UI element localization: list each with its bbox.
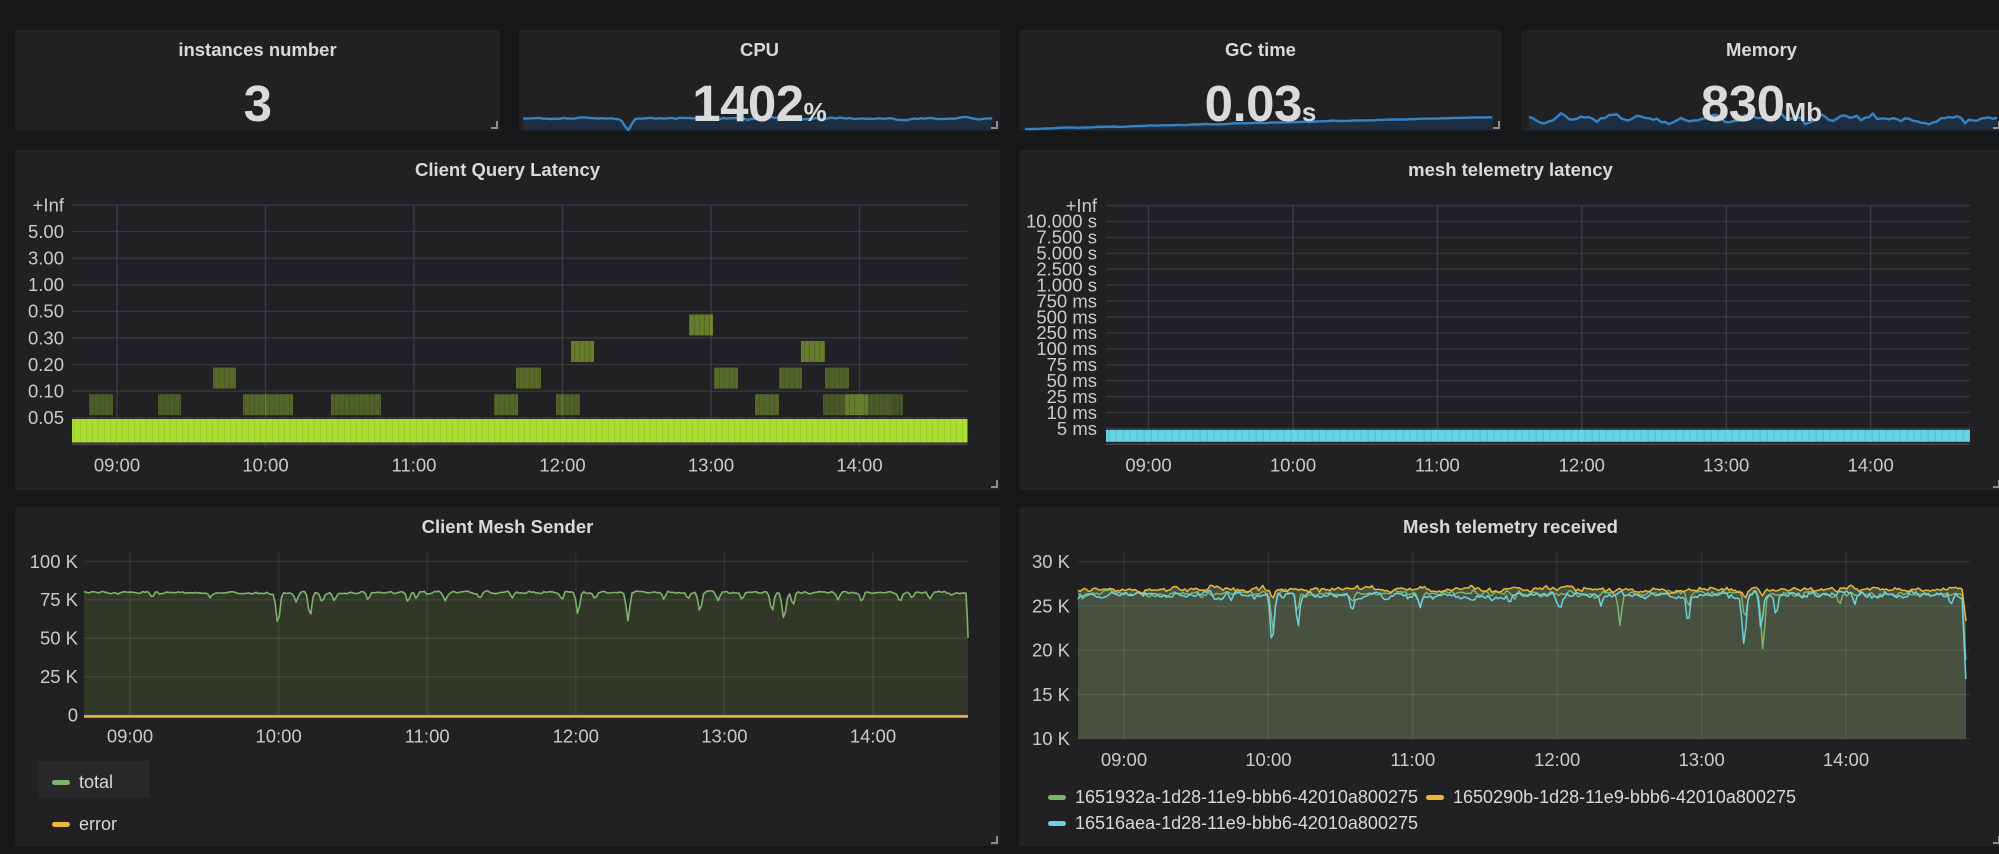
svg-text:14:00: 14:00 xyxy=(1847,454,1893,475)
svg-text:25 K: 25 K xyxy=(1032,595,1071,616)
svg-text:11:00: 11:00 xyxy=(405,725,450,746)
svg-text:13:00: 13:00 xyxy=(1678,749,1724,770)
svg-text:0.05: 0.05 xyxy=(28,407,64,428)
svg-text:11:00: 11:00 xyxy=(1415,454,1460,475)
svg-text:14:00: 14:00 xyxy=(850,725,896,746)
svg-text:5 ms: 5 ms xyxy=(1057,418,1097,439)
svg-text:12:00: 12:00 xyxy=(539,454,585,475)
svg-text:0: 0 xyxy=(68,704,78,725)
svg-text:13:00: 13:00 xyxy=(688,454,734,475)
svg-text:25 K: 25 K xyxy=(40,666,79,687)
svg-text:10:00: 10:00 xyxy=(1270,454,1316,475)
svg-text:09:00: 09:00 xyxy=(94,454,140,475)
svg-text:10 K: 10 K xyxy=(1032,728,1071,749)
svg-text:0.20: 0.20 xyxy=(28,354,64,375)
svg-text:0.10: 0.10 xyxy=(28,381,64,402)
svg-text:09:00: 09:00 xyxy=(1125,454,1171,475)
svg-text:11:00: 11:00 xyxy=(1390,749,1435,770)
svg-text:0.30: 0.30 xyxy=(28,327,64,348)
svg-text:13:00: 13:00 xyxy=(1703,454,1749,475)
svg-text:5.00: 5.00 xyxy=(28,221,64,242)
svg-text:1.00: 1.00 xyxy=(28,274,64,295)
svg-text:10:00: 10:00 xyxy=(1245,749,1291,770)
svg-text:13:00: 13:00 xyxy=(701,725,747,746)
svg-text:30 K: 30 K xyxy=(1032,551,1071,572)
svg-text:0.50: 0.50 xyxy=(28,301,64,322)
svg-text:100 K: 100 K xyxy=(30,551,79,572)
svg-text:14:00: 14:00 xyxy=(1823,749,1869,770)
svg-text:20 K: 20 K xyxy=(1032,640,1071,661)
svg-text:12:00: 12:00 xyxy=(1559,454,1605,475)
svg-text:12:00: 12:00 xyxy=(553,725,599,746)
svg-text:12:00: 12:00 xyxy=(1534,749,1580,770)
svg-text:11:00: 11:00 xyxy=(392,454,437,475)
svg-text:3.00: 3.00 xyxy=(28,248,64,269)
svg-text:09:00: 09:00 xyxy=(1101,749,1147,770)
svg-text:50 K: 50 K xyxy=(40,628,79,649)
svg-text:10:00: 10:00 xyxy=(255,725,301,746)
svg-text:+Inf: +Inf xyxy=(33,194,65,215)
svg-text:14:00: 14:00 xyxy=(836,454,882,475)
svg-text:09:00: 09:00 xyxy=(107,725,153,746)
svg-text:15 K: 15 K xyxy=(1032,684,1071,705)
svg-text:75 K: 75 K xyxy=(40,589,79,610)
svg-text:10:00: 10:00 xyxy=(242,454,288,475)
